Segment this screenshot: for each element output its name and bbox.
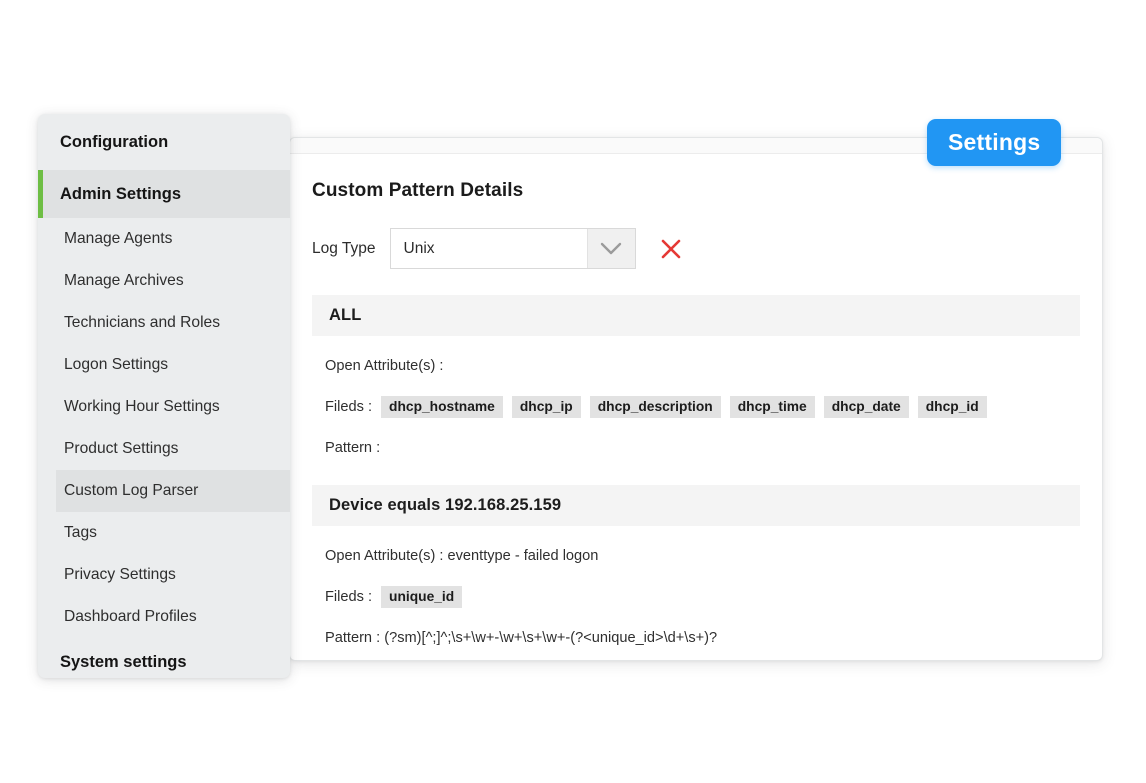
open-attributes-label: Open Attribute(s) : [325,358,444,374]
sidebar-item-label: Logon Settings [64,356,169,373]
open-attributes-value: eventtype - failed logon [443,548,599,564]
sidebar-item-label: Technicians and Roles [64,314,221,331]
sidebar-item-label: System settings [60,652,187,671]
sidebar-item-custom-log-parser[interactable]: Custom Log Parser [56,470,290,512]
pattern-label: Pattern : [325,440,381,456]
sidebar-item-label: Dashboard Profiles [64,608,197,625]
fields-label: Fileds : [325,399,373,415]
pattern-section: ALL Open Attribute(s) : Fileds : dhcp_ho… [312,295,1080,459]
sidebar-item-product-settings[interactable]: Product Settings [56,428,290,470]
sidebar-item-label: Custom Log Parser [64,482,199,499]
fields-row: Fileds : unique_id [325,586,1067,608]
field-chip-list: unique_id [381,586,463,608]
chevron-down-icon[interactable] [586,229,635,268]
fields-label: Fileds : [325,589,373,605]
sidebar-item-label: Tags [64,524,97,541]
section-rows: Open Attribute(s) : eventtype - failed l… [312,545,1080,649]
sidebar-item-logon-settings[interactable]: Logon Settings [56,344,290,386]
configuration-sidebar: Configuration Admin Settings Manage Agen… [38,114,290,678]
panel-body: Custom Pattern Details Log Type Unix ALL… [290,154,1102,660]
field-chip[interactable]: dhcp_ip [511,396,581,418]
pattern-row: Pattern : [325,437,1067,459]
sidebar-item-label: Working Hour Settings [64,398,220,415]
pattern-label: Pattern : [325,630,381,646]
section-header: Device equals 192.168.25.159 [312,485,1080,526]
pattern-section: Device equals 192.168.25.159 Open Attrib… [312,485,1080,649]
sidebar-item-label: Admin Settings [60,184,182,203]
settings-badge[interactable]: Settings [927,119,1062,166]
sidebar-item-technicians-and-roles[interactable]: Technicians and Roles [56,302,290,344]
custom-pattern-details-panel: Custom Pattern Details Log Type Unix ALL… [289,137,1103,661]
log-type-row: Log Type Unix [312,228,1080,269]
field-chip[interactable]: dhcp_hostname [381,396,503,418]
sidebar-item-system-settings[interactable]: System settings [38,638,290,678]
pattern-value: (?sm)[^;]^;\s+\w+-\w+\s+\w+-(?<unique_id… [380,630,718,646]
field-chip[interactable]: dhcp_id [917,396,987,418]
app-screenshot: Custom Pattern Details Log Type Unix ALL… [0,0,1146,783]
open-attributes-row: Open Attribute(s) : eventtype - failed l… [325,545,1067,567]
sidebar-item-working-hour-settings[interactable]: Working Hour Settings [56,386,290,428]
field-chip-list: dhcp_hostname dhcp_ip dhcp_description d… [381,396,987,418]
sidebar-item-manage-agents[interactable]: Manage Agents [56,218,290,260]
log-type-select[interactable]: Unix [389,228,636,269]
sidebar-header: Configuration [60,132,169,151]
sidebar-item-label: Manage Archives [64,272,184,289]
sidebar-item-label: Product Settings [64,440,179,457]
field-chip[interactable]: dhcp_date [823,396,909,418]
section-rows: Open Attribute(s) : Fileds : dhcp_hostna… [312,355,1080,459]
log-type-selected-value[interactable]: Unix [390,229,587,268]
sidebar-item-admin-settings[interactable]: Admin Settings [38,170,290,218]
open-attributes-row: Open Attribute(s) : [325,355,1067,377]
pattern-row: Pattern : (?sm)[^;]^;\s+\w+-\w+\s+\w+-(?… [325,627,1067,649]
field-chip[interactable]: dhcp_time [729,396,815,418]
open-attributes-label: Open Attribute(s) : [325,548,444,564]
log-type-label: Log Type [312,239,376,257]
sidebar-item-label: Privacy Settings [64,566,176,583]
field-chip[interactable]: unique_id [381,586,463,608]
sidebar-item-dashboard-profiles[interactable]: Dashboard Profiles [56,596,290,638]
sidebar-item-privacy-settings[interactable]: Privacy Settings [56,554,290,596]
sidebar-item-label: Manage Agents [64,230,173,247]
field-chip[interactable]: dhcp_description [589,396,721,418]
settings-badge-label: Settings [948,129,1041,155]
fields-row: Fileds : dhcp_hostname dhcp_ip dhcp_desc… [325,396,1067,418]
section-header: ALL [312,295,1080,336]
sidebar-item-tags[interactable]: Tags [56,512,290,554]
close-x-icon[interactable] [658,236,684,262]
sidebar-item-manage-archives[interactable]: Manage Archives [56,260,290,302]
